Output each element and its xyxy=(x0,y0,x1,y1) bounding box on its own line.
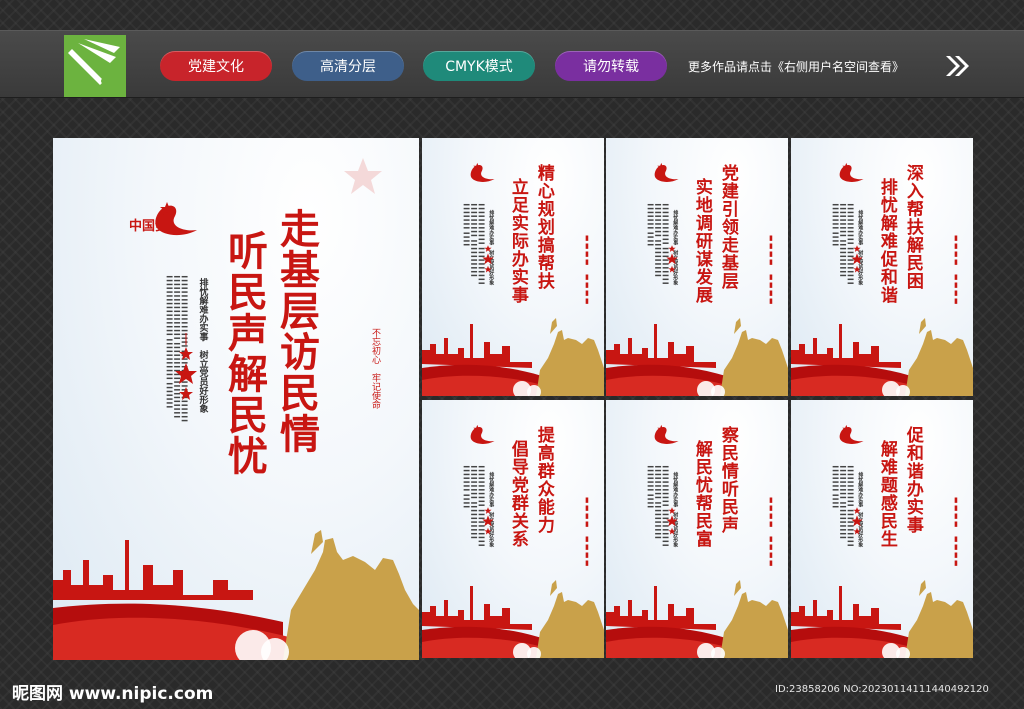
main-poster: 中国梦 走基层访民情 听民声解民忧 排忧解难办实事 树立党员好形象 ▍▍▍▍▍▍… xyxy=(53,138,419,660)
city-skyline-statue-icon xyxy=(422,318,604,396)
stars-icon xyxy=(482,507,494,535)
dream-brush-logo-icon xyxy=(155,202,197,236)
city-skyline-statue-icon xyxy=(53,530,419,660)
slogan-panel: 察民情听民声 解民忧帮民富 排忧解难办实事 树立党员好形象 ▍▍▍▍▍▍▍▍▍▍… xyxy=(606,400,788,658)
faint-star-icon xyxy=(344,158,382,194)
panel-title-line2: 实地调研谋发展 xyxy=(691,178,712,304)
panel-title-line1: 察民情听民声 xyxy=(717,426,738,534)
double-arrow-icon[interactable] xyxy=(944,53,970,79)
main-title-line1: 走基层访民情 xyxy=(273,208,320,454)
body-text-column: ▍▍▍▍▍▍▍▍▍▍▍ ▍▍▍▍▍▍▍▍▍▍ ▍▍▍▍▍▍▍▍▍ ▍▍▍▍▍▍▍… xyxy=(647,204,668,287)
motto-stamp: ▮▮▮▮ ▮▮▮▮ xyxy=(767,496,775,567)
more-works-link[interactable]: 更多作品请点击《右侧用户名空间查看》 xyxy=(688,58,904,75)
slogan-panel: 提高群众能力 倡导党群关系 排忧解难办实事 树立党员好形象 ▍▍▍▍▍▍▍▍▍▍… xyxy=(422,400,604,658)
image-id-text: ID:23858206 NO:20230114111440492120 xyxy=(775,684,989,695)
body-text-column: ▍▍▍▍▍▍▍▍▍▍▍ ▍▍▍▍▍▍▍▍▍▍ ▍▍▍▍▍▍▍▍▍ ▍▍▍▍▍▍▍… xyxy=(463,204,484,287)
motto-stamp: ▮▮▮▮ ▮▮▮▮ xyxy=(767,234,775,305)
stars-icon xyxy=(482,245,494,273)
dream-brush-logo-icon xyxy=(839,424,864,444)
dream-brush-logo-icon xyxy=(654,424,679,444)
motto-stamp: 不忘初心 牢记使命 xyxy=(370,328,380,409)
site-watermark: 昵图网 www.nipic.com xyxy=(12,684,214,704)
city-skyline-statue-icon xyxy=(422,580,604,658)
slogan-panel: 党建引领走基层 实地调研谋发展 排忧解难办实事 树立党员好形象 ▍▍▍▍▍▍▍▍… xyxy=(606,138,788,396)
dream-brush-logo-icon xyxy=(654,162,679,182)
stars-icon xyxy=(666,507,678,535)
panel-title-line2: 解难题感民生 xyxy=(876,440,897,548)
panel-title-line2: 倡导党群关系 xyxy=(507,440,528,548)
body-text-column: ▍▍▍▍▍▍▍▍▍▍▍ ▍▍▍▍▍▍▍▍▍▍ ▍▍▍▍▍▍▍▍▍ ▍▍▍▍▍▍▍… xyxy=(647,466,668,549)
city-skyline-statue-icon xyxy=(791,580,973,658)
panel-title-line2: 解民忧帮民富 xyxy=(691,440,712,548)
panel-title-line1: 党建引领走基层 xyxy=(717,164,738,290)
top-banner: 党建文化 高清分层 CMYK模式 请勿转载 更多作品请点击《右侧用户名空间查看》 xyxy=(0,30,1024,98)
tag-cmyk-mode[interactable]: CMYK模式 xyxy=(423,51,535,81)
tag-party-culture[interactable]: 党建文化 xyxy=(160,51,272,81)
dream-brush-logo-icon xyxy=(470,162,495,182)
main-subtitle: 排忧解难办实事 树立党员好形象 xyxy=(197,278,208,413)
body-text-column: ▍▍▍▍▍▍▍▍▍▍▍ ▍▍▍▍▍▍▍▍▍▍ ▍▍▍▍▍▍▍▍▍ ▍▍▍▍▍▍▍… xyxy=(463,466,484,549)
body-text-column: ▍▍▍▍▍▍▍▍▍▍▍ ▍▍▍▍▍▍▍▍▍▍ ▍▍▍▍▍▍▍▍▍ ▍▍▍▍▍▍▍… xyxy=(832,204,853,287)
city-skyline-statue-icon xyxy=(606,318,788,396)
motto-stamp: ▮▮▮▮ ▮▮▮▮ xyxy=(952,234,960,305)
slogan-panel: 精心规划搞帮扶 立足实际办实事 排忧解难办实事 树立党员好形象 ▍▍▍▍▍▍▍▍… xyxy=(422,138,604,396)
stars-icon xyxy=(851,245,863,273)
city-skyline-statue-icon xyxy=(791,318,973,396)
panel-title-line2: 立足实际办实事 xyxy=(507,178,528,304)
slogan-panel: 促和谐办实事 解难题感民生 排忧解难办实事 树立党员好形象 ▍▍▍▍▍▍▍▍▍▍… xyxy=(791,400,973,658)
tag-hd-layers[interactable]: 高清分层 xyxy=(292,51,404,81)
panel-title-line2: 排忧解难促和谐 xyxy=(876,178,897,304)
city-skyline-statue-icon xyxy=(606,580,788,658)
panel-title-line1: 深入帮扶解民困 xyxy=(902,164,923,290)
motto-stamp: ▮▮▮▮ ▮▮▮▮ xyxy=(583,496,591,567)
tag-no-repost[interactable]: 请勿转载 xyxy=(555,51,667,81)
body-text-column: ▍▍▍▍▍▍▍▍▍▍▍ ▍▍▍▍▍▍▍▍▍▍ ▍▍▍▍▍▍▍▍▍ ▍▍▍▍▍▍▍… xyxy=(832,466,853,549)
brand-logo xyxy=(64,35,126,97)
stars-icon xyxy=(666,245,678,273)
panel-title-line1: 精心规划搞帮扶 xyxy=(533,164,554,290)
slogan-panel: 深入帮扶解民困 排忧解难促和谐 排忧解难办实事 树立党员好形象 ▍▍▍▍▍▍▍▍… xyxy=(791,138,973,396)
dream-brush-logo-icon xyxy=(470,424,495,444)
pen-nib-icon xyxy=(68,39,120,85)
dream-brush-logo-icon xyxy=(839,162,864,182)
stars-icon xyxy=(175,333,197,400)
panel-title-line1: 促和谐办实事 xyxy=(902,426,923,534)
panel-title-line1: 提高群众能力 xyxy=(533,426,554,534)
stars-icon xyxy=(851,507,863,535)
motto-stamp: ▮▮▮▮ ▮▮▮▮ xyxy=(583,234,591,305)
main-title-line2: 听民声解民忧 xyxy=(221,230,268,476)
motto-stamp: ▮▮▮▮ ▮▮▮▮ xyxy=(952,496,960,567)
